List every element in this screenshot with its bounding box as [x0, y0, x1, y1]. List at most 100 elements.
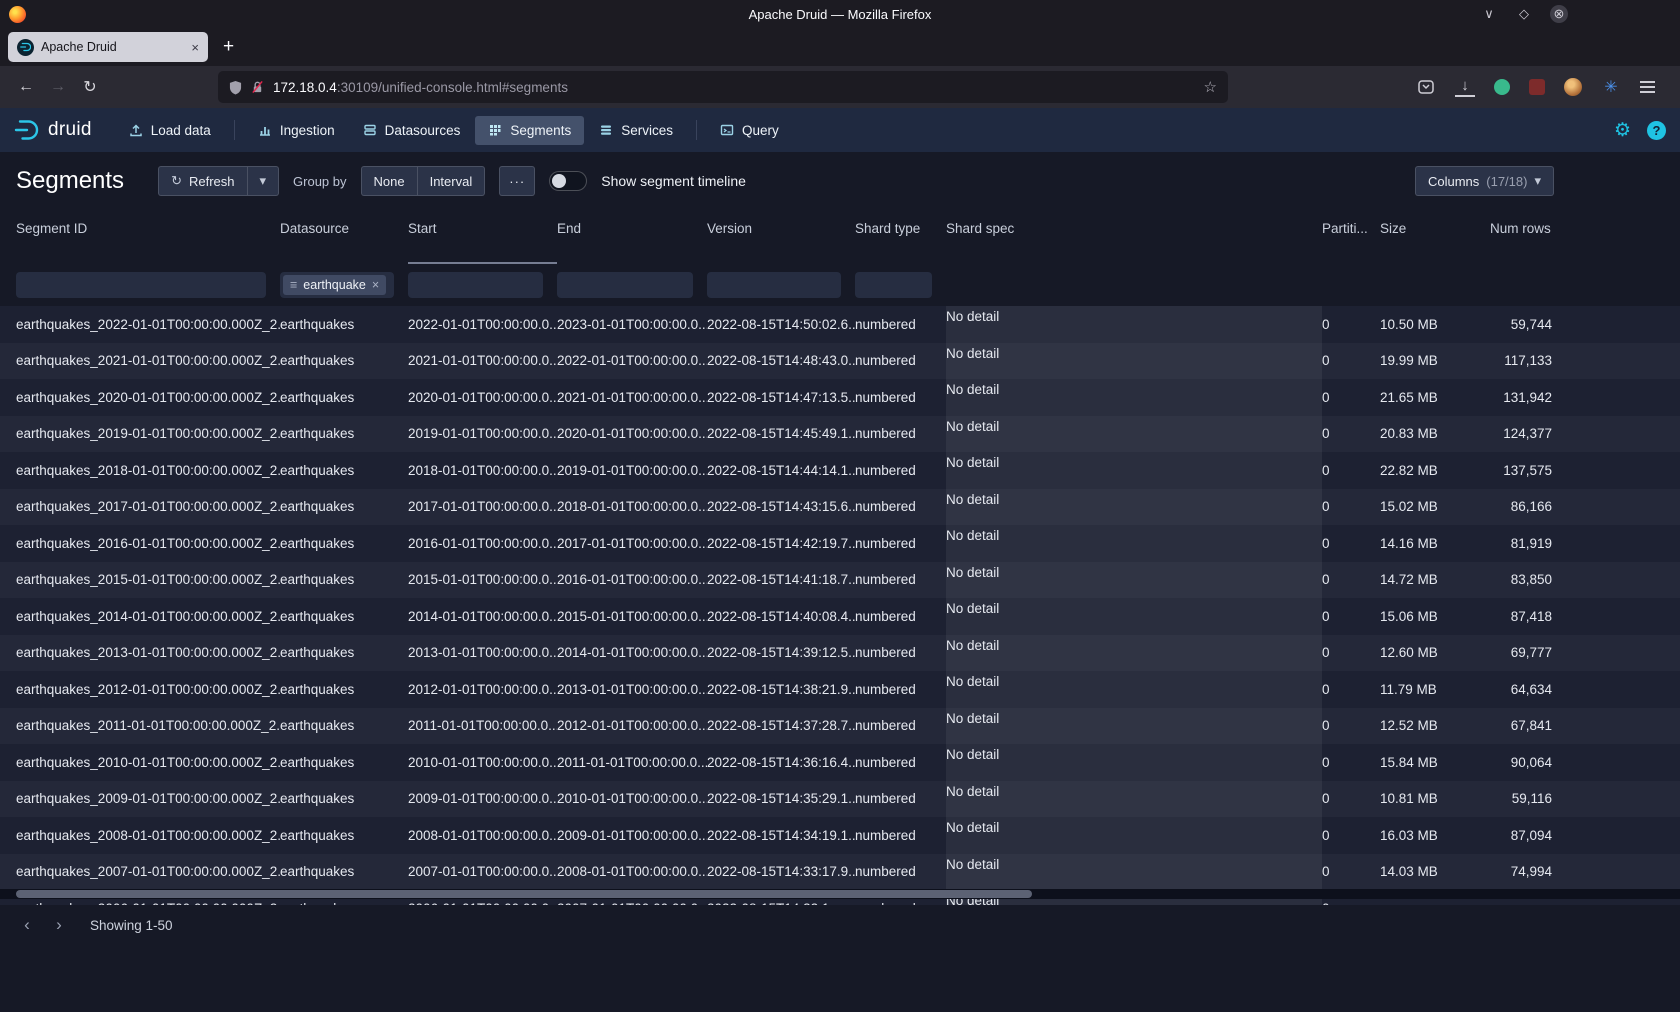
pocket-icon[interactable] — [1416, 77, 1436, 97]
table-row[interactable]: earthquakes_2020-01-01T00:00:00.000Z_2..… — [0, 379, 1680, 416]
cell-segment-id[interactable]: earthquakes_2017-01-01T00:00:00.000Z_2..… — [16, 499, 280, 514]
table-row[interactable]: earthquakes_2017-01-01T00:00:00.000Z_2..… — [0, 489, 1680, 526]
downloads-icon[interactable]: ↓ — [1455, 77, 1475, 97]
cell-segment-id[interactable]: earthquakes_2022-01-01T00:00:00.000Z_2..… — [16, 317, 280, 332]
bookmark-star-icon[interactable]: ☆ — [1204, 78, 1217, 96]
table-row[interactable]: earthquakes_2011-01-01T00:00:00.000Z_2..… — [0, 708, 1680, 745]
cell-start: 2014-01-01T00:00:00.0... — [408, 609, 557, 624]
shield-icon[interactable] — [229, 80, 242, 95]
header-version[interactable]: Version — [707, 210, 855, 264]
insecure-lock-icon[interactable] — [251, 80, 264, 94]
header-segment-id[interactable]: Segment ID — [16, 210, 280, 264]
table-row[interactable]: earthquakes_2018-01-01T00:00:00.000Z_2..… — [0, 452, 1680, 489]
datasource-filter-chip[interactable]: ≡ earthquake × — [283, 275, 386, 295]
header-shard-spec[interactable]: Shard spec — [946, 210, 1322, 264]
filter-end-input[interactable] — [557, 272, 693, 298]
back-icon[interactable]: ← — [10, 72, 42, 102]
header-partition[interactable]: Partiti... — [1322, 210, 1380, 264]
help-icon[interactable]: ? — [1647, 121, 1666, 140]
tab-close-icon[interactable]: × — [191, 40, 199, 55]
group-by-interval-button[interactable]: Interval — [418, 166, 486, 196]
profile-avatar[interactable] — [1564, 78, 1582, 96]
cell-segment-id[interactable]: earthquakes_2011-01-01T00:00:00.000Z_2..… — [16, 718, 280, 733]
nav-item-segments[interactable]: Segments — [475, 116, 584, 145]
columns-button[interactable]: Columns (17/18) ▾ — [1415, 166, 1554, 196]
cell-segment-id[interactable]: earthquakes_2016-01-01T00:00:00.000Z_2..… — [16, 536, 280, 551]
table-row[interactable]: earthquakes_2007-01-01T00:00:00.000Z_2..… — [0, 854, 1680, 891]
filter-start-input[interactable] — [408, 272, 543, 298]
url-text[interactable]: 172.18.0.4:30109/unified-console.html#se… — [273, 80, 1195, 95]
cell-segment-id[interactable]: earthquakes_2013-01-01T00:00:00.000Z_2..… — [16, 645, 280, 660]
cell-segment-id[interactable]: earthquakes_2019-01-01T00:00:00.000Z_2..… — [16, 426, 280, 441]
new-tab-button[interactable]: + — [223, 36, 234, 58]
cell-version: 2022-08-15T14:38:21.9... — [707, 682, 855, 697]
horizontal-scrollbar[interactable] — [0, 889, 1680, 899]
table-row[interactable]: earthquakes_2022-01-01T00:00:00.000Z_2..… — [0, 306, 1680, 343]
nav-item-services[interactable]: Services — [586, 116, 686, 145]
header-shard-type[interactable]: Shard type — [855, 210, 946, 264]
nav-item-query[interactable]: Query — [707, 116, 792, 145]
reload-icon[interactable]: ↻ — [74, 72, 106, 102]
header-datasource[interactable]: Datasource — [280, 210, 408, 264]
header-size[interactable]: Size — [1380, 210, 1490, 264]
table-row[interactable]: earthquakes_2015-01-01T00:00:00.000Z_2..… — [0, 562, 1680, 599]
cell-segment-id[interactable]: earthquakes_2009-01-01T00:00:00.000Z_2..… — [16, 791, 280, 806]
cell-version: 2022-08-15T14:50:02.6... — [707, 317, 855, 332]
segment-timeline-toggle[interactable] — [549, 171, 587, 191]
extension-blue-icon[interactable]: ✳ — [1601, 77, 1621, 97]
table-row[interactable]: earthquakes_2016-01-01T00:00:00.000Z_2..… — [0, 525, 1680, 562]
header-end[interactable]: End — [557, 210, 707, 264]
window-close-icon[interactable]: ⊗ — [1550, 5, 1568, 23]
refresh-button[interactable]: ↻ Refresh — [158, 166, 247, 196]
filter-shard-type-input[interactable] — [855, 272, 932, 298]
browser-tab[interactable]: Apache Druid × — [8, 32, 208, 62]
nav-item-load-data[interactable]: Load data — [116, 116, 224, 145]
nav-item-datasources[interactable]: Datasources — [350, 116, 474, 145]
cell-end: 2017-01-01T00:00:00.0... — [557, 536, 707, 551]
header-start[interactable]: Start — [408, 210, 557, 264]
menu-icon[interactable] — [1640, 81, 1655, 93]
table-row[interactable]: earthquakes_2008-01-01T00:00:00.000Z_2..… — [0, 817, 1680, 854]
segments-icon — [488, 123, 502, 137]
cell-shard-type: numbered — [855, 791, 946, 806]
cell-segment-id[interactable]: earthquakes_2014-01-01T00:00:00.000Z_2..… — [16, 609, 280, 624]
cell-segment-id[interactable]: earthquakes_2020-01-01T00:00:00.000Z_2..… — [16, 390, 280, 405]
cell-segment-id[interactable]: earthquakes_2007-01-01T00:00:00.000Z_2..… — [16, 864, 280, 879]
cell-segment-id[interactable]: earthquakes_2006-01-01T00:00:00.000Z_2..… — [16, 901, 280, 905]
window-maximize-icon[interactable]: ◇ — [1515, 5, 1533, 23]
url-bar[interactable]: 172.18.0.4:30109/unified-console.html#se… — [218, 71, 1228, 103]
table-row[interactable]: earthquakes_2019-01-01T00:00:00.000Z_2..… — [0, 416, 1680, 453]
prev-page-icon[interactable]: ‹ — [14, 912, 40, 938]
ublock-origin-icon[interactable] — [1529, 79, 1545, 95]
table-row[interactable]: earthquakes_2012-01-01T00:00:00.000Z_2..… — [0, 671, 1680, 708]
cell-size: 16.03 MB — [1380, 828, 1490, 843]
cell-segment-id[interactable]: earthquakes_2021-01-01T00:00:00.000Z_2..… — [16, 353, 280, 368]
cell-segment-id[interactable]: earthquakes_2012-01-01T00:00:00.000Z_2..… — [16, 682, 280, 697]
filter-segment-id-input[interactable] — [16, 272, 266, 298]
filter-chip-remove-icon[interactable]: × — [372, 278, 379, 292]
cell-segment-id[interactable]: earthquakes_2018-01-01T00:00:00.000Z_2..… — [16, 463, 280, 478]
tab-bar: Apache Druid × + — [0, 28, 1680, 66]
cell-segment-id[interactable]: earthquakes_2008-01-01T00:00:00.000Z_2..… — [16, 828, 280, 843]
forward-icon[interactable]: → — [42, 72, 74, 102]
window-minimize-icon[interactable]: ∨ — [1480, 5, 1498, 23]
nav-item-ingestion[interactable]: Ingestion — [245, 116, 348, 145]
cell-segment-id[interactable]: earthquakes_2015-01-01T00:00:00.000Z_2..… — [16, 572, 280, 587]
scrollbar-thumb[interactable] — [16, 890, 1032, 898]
druid-logo[interactable]: druid — [14, 119, 92, 141]
table-row[interactable]: earthquakes_2013-01-01T00:00:00.000Z_2..… — [0, 635, 1680, 672]
next-page-icon[interactable]: › — [46, 912, 72, 938]
filter-datasource-input[interactable]: ≡ earthquake × — [280, 272, 394, 298]
settings-gear-icon[interactable]: ⚙ — [1614, 119, 1631, 142]
cell-segment-id[interactable]: earthquakes_2010-01-01T00:00:00.000Z_2..… — [16, 755, 280, 770]
table-row[interactable]: earthquakes_2009-01-01T00:00:00.000Z_2..… — [0, 781, 1680, 818]
table-row[interactable]: earthquakes_2021-01-01T00:00:00.000Z_2..… — [0, 343, 1680, 380]
more-options-button[interactable]: ··· — [499, 166, 535, 196]
header-num-rows[interactable]: Num rows — [1490, 210, 1576, 264]
table-row[interactable]: earthquakes_2014-01-01T00:00:00.000Z_2..… — [0, 598, 1680, 635]
extension-green-icon[interactable] — [1494, 79, 1510, 95]
group-by-none-button[interactable]: None — [361, 166, 418, 196]
refresh-caret-button[interactable]: ▾ — [248, 166, 280, 196]
table-row[interactable]: earthquakes_2010-01-01T00:00:00.000Z_2..… — [0, 744, 1680, 781]
filter-version-input[interactable] — [707, 272, 841, 298]
